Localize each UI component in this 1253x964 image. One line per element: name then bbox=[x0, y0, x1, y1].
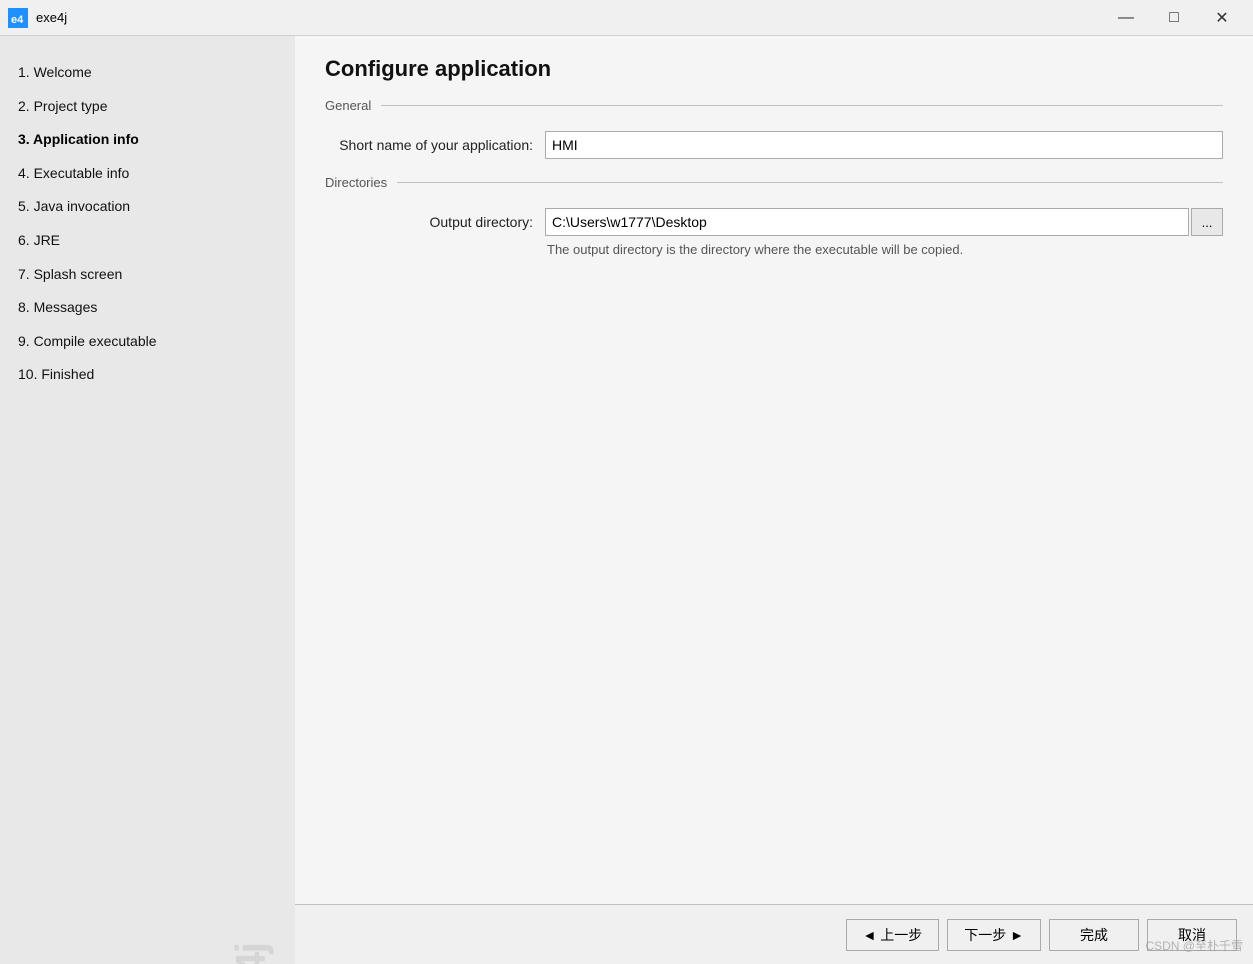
prev-button[interactable]: ◄ 上一步 bbox=[846, 919, 940, 951]
output-directory-input[interactable] bbox=[545, 208, 1189, 236]
svg-text:e4: e4 bbox=[11, 14, 24, 26]
sidebar-item-compile-executable[interactable]: 9. Compile executable bbox=[0, 325, 295, 359]
sidebar-watermark: exe4j bbox=[227, 944, 275, 964]
app-icon: e4 bbox=[8, 8, 28, 28]
short-name-row: Short name of your application: bbox=[325, 131, 1223, 159]
browse-button[interactable]: ... bbox=[1191, 208, 1223, 236]
output-directory-row: Output directory: ... bbox=[325, 208, 1223, 236]
maximize-button[interactable]: □ bbox=[1151, 3, 1197, 33]
sidebar: 1. Welcome2. Project type3. Application … bbox=[0, 36, 295, 964]
window-controls: — □ ✕ bbox=[1103, 3, 1245, 33]
sidebar-item-application-info[interactable]: 3. Application info bbox=[0, 123, 295, 157]
directories-section-divider: Directories bbox=[325, 175, 1223, 190]
footer-bar: ◄ 上一步 下一步 ► 完成 取消 bbox=[295, 904, 1253, 964]
general-section-label: General bbox=[325, 98, 381, 113]
short-name-input[interactable] bbox=[545, 131, 1223, 159]
titlebar: e4 exe4j — □ ✕ bbox=[0, 0, 1253, 36]
output-directory-hint: The output directory is the directory wh… bbox=[325, 242, 1223, 257]
directories-section-line bbox=[397, 182, 1223, 183]
page-title: Configure application bbox=[325, 56, 1223, 82]
content-main: Configure application General Short name… bbox=[295, 36, 1253, 904]
sidebar-item-welcome[interactable]: 1. Welcome bbox=[0, 56, 295, 90]
close-button[interactable]: ✕ bbox=[1199, 3, 1245, 33]
sidebar-item-executable-info[interactable]: 4. Executable info bbox=[0, 157, 295, 191]
sidebar-nav: 1. Welcome2. Project type3. Application … bbox=[0, 46, 295, 954]
next-button[interactable]: 下一步 ► bbox=[947, 919, 1041, 951]
main-layout: 1. Welcome2. Project type3. Application … bbox=[0, 36, 1253, 964]
sidebar-item-project-type[interactable]: 2. Project type bbox=[0, 90, 295, 124]
short-name-label: Short name of your application: bbox=[335, 137, 545, 153]
sidebar-item-jre[interactable]: 6. JRE bbox=[0, 224, 295, 258]
directories-section-label: Directories bbox=[325, 175, 397, 190]
window-title: exe4j bbox=[36, 10, 1103, 25]
general-section-line bbox=[381, 105, 1223, 106]
minimize-button[interactable]: — bbox=[1103, 3, 1149, 33]
sidebar-item-splash-screen[interactable]: 7. Splash screen bbox=[0, 258, 295, 292]
output-directory-label: Output directory: bbox=[335, 214, 545, 230]
sidebar-item-finished[interactable]: 10. Finished bbox=[0, 358, 295, 392]
finish-button[interactable]: 完成 bbox=[1049, 919, 1139, 951]
csdn-watermark: CSDN @至朴千雪 bbox=[1145, 937, 1243, 954]
content-area: Configure application General Short name… bbox=[295, 36, 1253, 964]
sidebar-item-messages[interactable]: 8. Messages bbox=[0, 291, 295, 325]
sidebar-item-java-invocation[interactable]: 5. Java invocation bbox=[0, 190, 295, 224]
general-section-divider: General bbox=[325, 98, 1223, 113]
